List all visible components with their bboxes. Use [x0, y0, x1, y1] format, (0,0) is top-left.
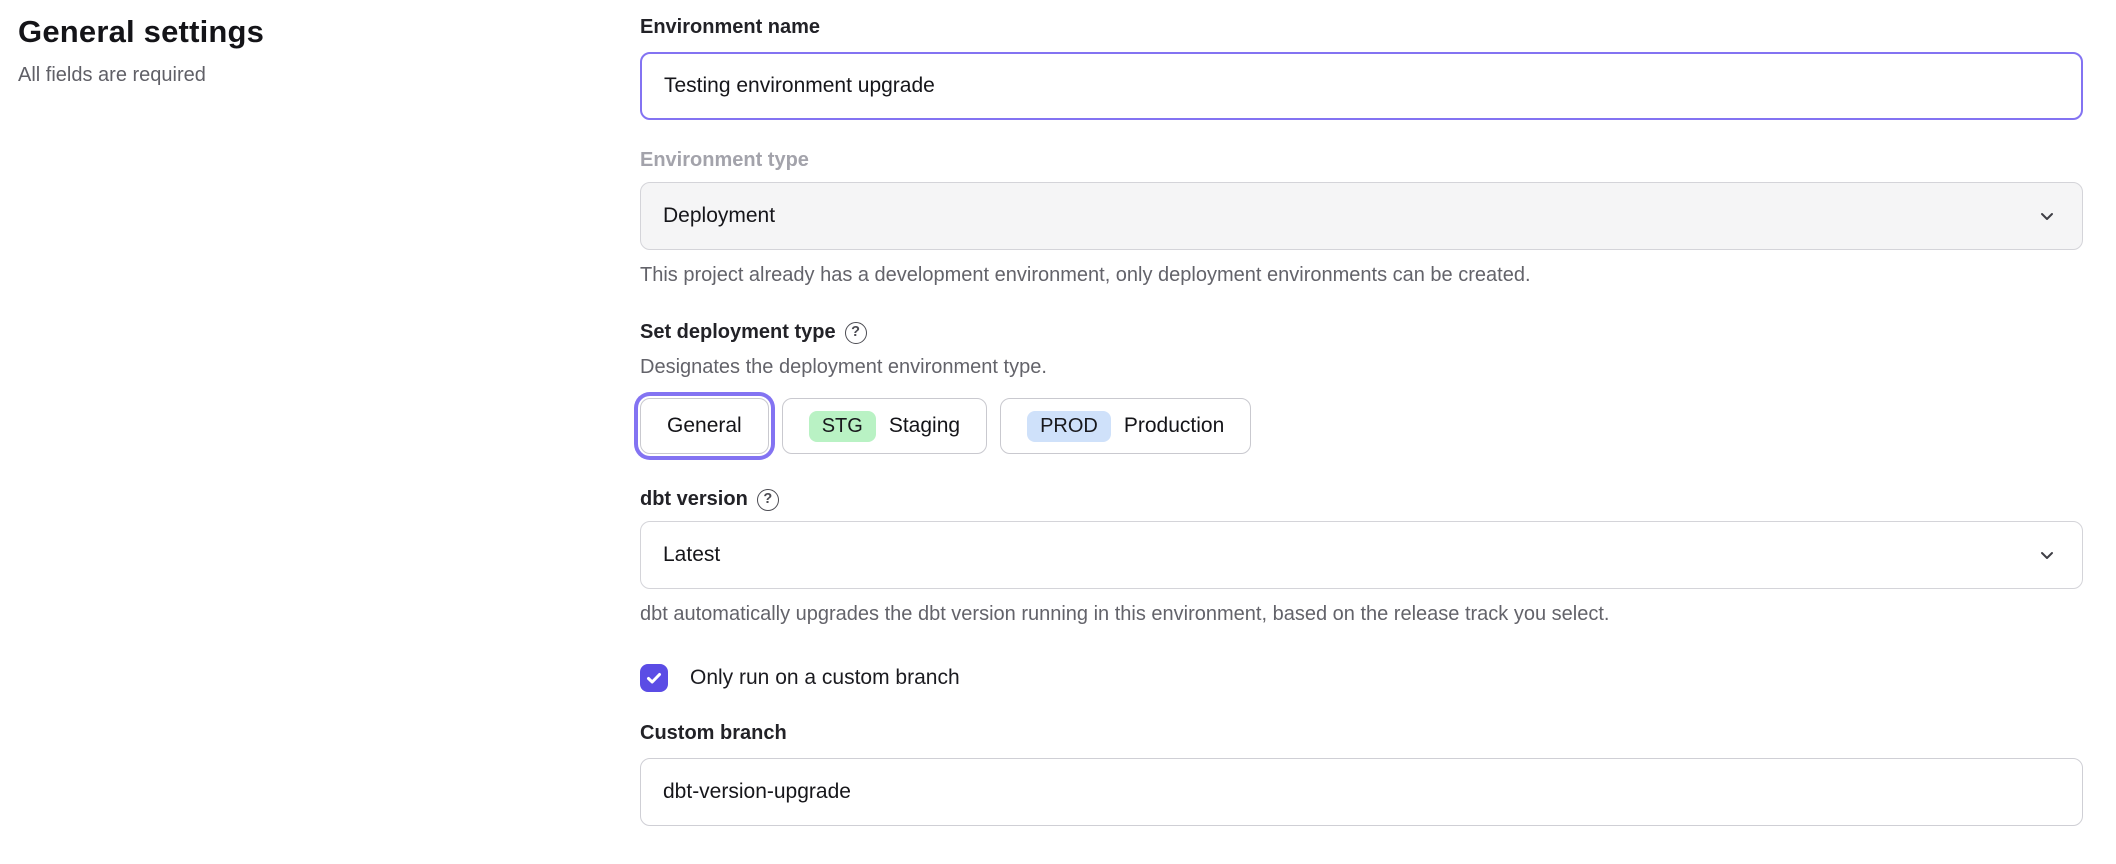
environment-type-helper: This project already has a development e…: [640, 262, 2083, 289]
deployment-type-general-label: General: [667, 414, 742, 438]
deployment-type-helper: Designates the deployment environment ty…: [640, 354, 2083, 381]
chevron-down-icon: [2036, 544, 2058, 566]
dbt-version-helper: dbt automatically upgrades the dbt versi…: [640, 601, 2083, 628]
general-settings-form: Environment name Environment type Deploy…: [640, 0, 2083, 826]
environment-type-label: Environment type: [640, 147, 2083, 174]
page-title: General settings: [18, 14, 618, 50]
deployment-type-label: Set deployment type: [640, 319, 836, 346]
environment-name-label: Environment name: [640, 14, 2083, 41]
custom-branch-checkbox[interactable]: [640, 664, 668, 692]
custom-branch-input[interactable]: [640, 758, 2083, 826]
deployment-type-staging-button[interactable]: STG Staging: [782, 398, 987, 454]
help-icon[interactable]: ?: [845, 322, 867, 344]
dbt-version-select[interactable]: Latest: [640, 521, 2083, 589]
deployment-type-general-button[interactable]: General: [640, 398, 769, 454]
deployment-type-production-button[interactable]: PROD Production: [1000, 398, 1251, 454]
environment-name-input[interactable]: [640, 52, 2083, 120]
staging-badge: STG: [809, 411, 876, 442]
page-subtitle: All fields are required: [18, 64, 618, 87]
help-icon[interactable]: ?: [757, 489, 779, 511]
deployment-type-staging-label: Staging: [889, 414, 960, 438]
checkmark-icon: [645, 669, 663, 687]
environment-type-select[interactable]: Deployment: [640, 182, 2083, 250]
chevron-down-icon: [2036, 205, 2058, 227]
production-badge: PROD: [1027, 411, 1111, 442]
environment-type-value: Deployment: [663, 204, 775, 228]
custom-branch-checkbox-label: Only run on a custom branch: [690, 666, 960, 690]
dbt-version-value: Latest: [663, 543, 720, 567]
deployment-type-options: General STG Staging PROD Production: [640, 393, 2083, 459]
page-header: General settings All fields are required: [18, 14, 618, 87]
custom-branch-checkbox-row: Only run on a custom branch: [640, 664, 2083, 692]
custom-branch-label: Custom branch: [640, 720, 2083, 747]
dbt-version-label: dbt version: [640, 486, 748, 513]
deployment-type-production-label: Production: [1124, 414, 1224, 438]
